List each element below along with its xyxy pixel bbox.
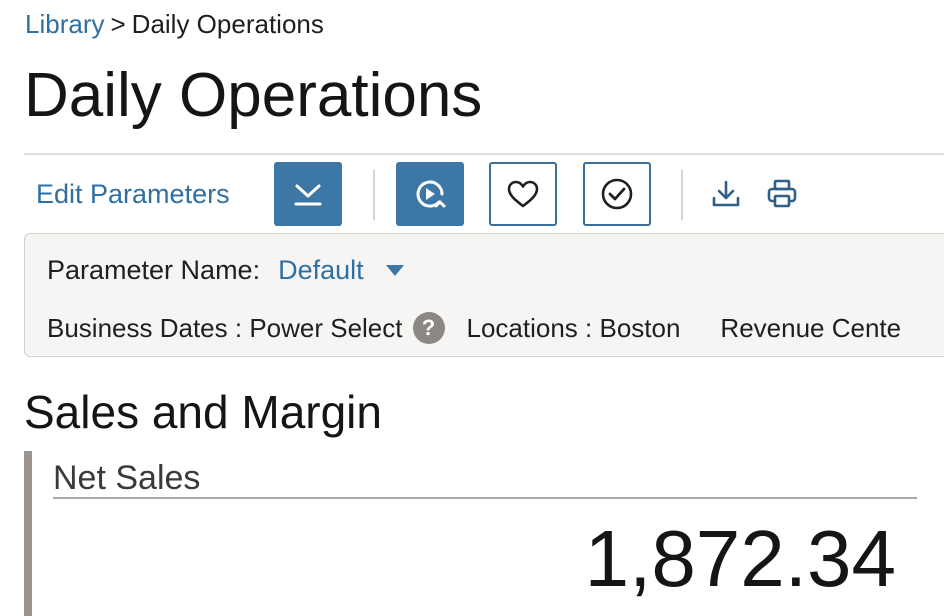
parameter-name-row: Parameter Name: Default — [47, 252, 404, 288]
tile-divider — [53, 497, 917, 499]
page: Library > Daily Operations Daily Operation… — [0, 0, 944, 616]
check-circle-icon — [601, 178, 633, 210]
run-button[interactable] — [396, 162, 464, 226]
parameter-panel: Parameter Name: Default Business Dates :… — [24, 233, 944, 357]
breadcrumb-separator: > — [110, 9, 126, 39]
favorite-button[interactable] — [489, 162, 557, 226]
print-icon — [767, 179, 797, 208]
toolbar-divider — [681, 170, 683, 220]
expand-chevron-icon — [294, 184, 322, 206]
dropdown-caret-icon — [385, 264, 404, 276]
breadcrumb-current: Daily Operations — [131, 9, 324, 39]
breadcrumb-library-link[interactable]: Library — [25, 9, 104, 39]
parameter-filters-row: Business Dates : Power Select ? Location… — [47, 310, 901, 346]
download-button[interactable] — [706, 174, 746, 214]
page-title: Daily Operations — [24, 61, 483, 130]
approve-button[interactable] — [583, 162, 651, 226]
heart-icon — [507, 180, 539, 208]
toolbar-divider — [373, 170, 375, 220]
help-icon[interactable]: ? — [412, 312, 445, 344]
download-icon — [712, 180, 740, 207]
business-dates-filter: Business Dates : Power Select — [47, 313, 403, 343]
net-sales-tile: Net Sales 1,872.34 — [24, 451, 944, 616]
expand-parameters-button[interactable] — [274, 162, 342, 226]
tile-accent-bar — [24, 451, 32, 616]
revenue-center-filter: Revenue Cente — [720, 313, 902, 343]
parameter-name-dropdown[interactable]: Default — [278, 252, 404, 288]
title-divider — [24, 153, 944, 155]
tile-value: 1,872.34 — [584, 514, 896, 603]
parameter-name-label: Parameter Name: — [47, 255, 261, 285]
run-refresh-icon — [416, 180, 446, 208]
locations-filter: Locations : Boston — [466, 313, 681, 343]
breadcrumb: Library > Daily Operations — [25, 8, 324, 40]
section-title: Sales and Margin — [24, 386, 382, 438]
print-button[interactable] — [762, 174, 802, 214]
edit-parameters-link[interactable]: Edit Parameters — [36, 176, 230, 212]
parameter-name-value: Default — [278, 255, 364, 285]
tile-label: Net Sales — [53, 459, 201, 497]
toolbar: Edit Parameters — [0, 160, 944, 228]
